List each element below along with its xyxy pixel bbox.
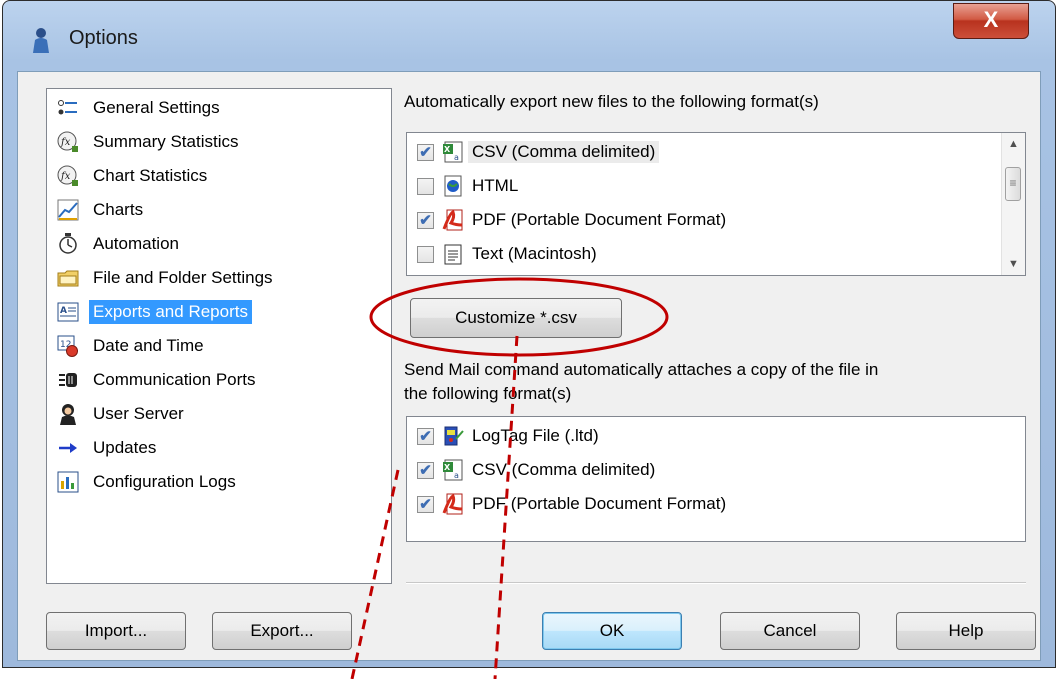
customize-csv-button[interactable]: Customize *.csv — [410, 298, 622, 338]
html-icon — [442, 175, 464, 197]
checkbox[interactable] — [417, 177, 434, 195]
nav-item-updates[interactable]: Updates — [57, 433, 160, 463]
list-item[interactable]: ✔ PDF (Portable Document Format) — [417, 205, 730, 235]
format-label: PDF (Portable Document Format) — [472, 210, 727, 229]
checkbox[interactable]: ✔ — [417, 495, 434, 513]
mail-heading-line1: Send Mail command automatically attaches… — [404, 360, 879, 379]
csv-icon: Xa — [442, 141, 464, 163]
separator — [406, 582, 1026, 584]
dialog-body: General Settings fx Summary Statistics f… — [17, 71, 1041, 661]
nav-label: Exports and Reports — [89, 300, 252, 324]
nav-item-charts[interactable]: Charts — [57, 195, 147, 225]
nav-label: Summary Statistics — [93, 132, 239, 151]
scroll-down-icon[interactable]: ▼ — [1002, 253, 1025, 275]
import-button[interactable]: Import... — [46, 612, 186, 650]
format-label: LogTag File (.ltd) — [472, 426, 599, 445]
report-icon: A — [57, 301, 79, 323]
list-item[interactable]: ✔ PDF (Portable Document Format) — [417, 489, 730, 519]
arrow-right-icon — [57, 437, 79, 459]
nav-item-automation[interactable]: Automation — [57, 229, 183, 259]
list-item[interactable]: ✔ Xa CSV (Comma delimited) — [417, 455, 659, 485]
nav-item-chart-statistics[interactable]: fx Chart Statistics — [57, 161, 211, 191]
list-item[interactable]: ✔ LogTag File (.ltd) — [417, 421, 603, 451]
calendar-clock-icon: 12 — [57, 335, 79, 357]
format-label: PDF (Portable Document Format) — [472, 494, 727, 513]
nav-item-user-server[interactable]: User Server — [57, 399, 188, 429]
nav-label: User Server — [93, 404, 184, 423]
nav-label: Configuration Logs — [93, 472, 236, 491]
text-icon — [442, 243, 464, 265]
help-button[interactable]: Help — [896, 612, 1036, 650]
svg-text:fx: fx — [60, 171, 71, 182]
list-item[interactable]: ✔ Xa CSV (Comma delimited) — [417, 137, 660, 167]
list-item[interactable]: HTML — [417, 171, 522, 201]
nav-item-exports-reports[interactable]: A Exports and Reports — [57, 297, 252, 327]
nav-item-date-time[interactable]: 12 Date and Time — [57, 331, 208, 361]
svg-text:a: a — [454, 153, 459, 162]
title-bar: Options X — [3, 1, 1055, 79]
nav-label: Updates — [93, 438, 157, 457]
settings-list-icon — [57, 97, 79, 119]
nav-label: Communication Ports — [93, 370, 256, 389]
scrollbar[interactable]: ▲ ≡ ▼ — [1001, 133, 1025, 275]
checkbox[interactable]: ✔ — [417, 461, 434, 479]
svg-text:a: a — [454, 471, 459, 480]
nav-label: Charts — [93, 200, 144, 219]
checkbox[interactable]: ✔ — [417, 211, 434, 229]
checkbox[interactable] — [417, 245, 434, 263]
nav-item-configuration-logs[interactable]: Configuration Logs — [57, 467, 240, 497]
format-label: CSV (Comma delimited) — [468, 141, 660, 163]
nav-item-general-settings[interactable]: General Settings — [57, 93, 224, 123]
config-log-icon — [57, 471, 79, 493]
logtag-icon — [442, 425, 464, 447]
folder-icon — [57, 267, 79, 289]
checkbox[interactable]: ✔ — [417, 427, 434, 445]
nav-item-file-folder-settings[interactable]: File and Folder Settings — [57, 263, 277, 293]
nav-item-summary-statistics[interactable]: fx Summary Statistics — [57, 127, 242, 157]
checkbox[interactable]: ✔ — [417, 143, 434, 161]
list-item[interactable]: Text (Macintosh) — [417, 239, 601, 269]
nav-label: Automation — [93, 234, 179, 253]
export-format-list[interactable]: ✔ Xa CSV (Comma delimited) HTML ✔ PDF (P… — [406, 132, 1026, 276]
nav-label: General Settings — [93, 98, 220, 117]
nav-item-communication-ports[interactable]: Communication Ports — [57, 365, 260, 395]
ok-button[interactable]: OK — [542, 612, 682, 650]
chart-icon — [57, 199, 79, 221]
csv-icon: Xa — [442, 459, 464, 481]
svg-text:fx: fx — [60, 137, 71, 148]
mail-format-list[interactable]: ✔ LogTag File (.ltd) ✔ Xa CSV (Comma del… — [406, 416, 1026, 542]
pdf-icon — [442, 493, 464, 515]
format-label: CSV (Comma delimited) — [472, 460, 656, 479]
category-list: General Settings fx Summary Statistics f… — [46, 88, 392, 584]
pdf-icon — [442, 209, 464, 231]
scroll-up-icon[interactable]: ▲ — [1002, 133, 1025, 155]
port-icon — [57, 369, 79, 391]
nav-label: Date and Time — [93, 336, 204, 355]
export-button[interactable]: Export... — [212, 612, 352, 650]
window-title: Options — [69, 27, 138, 49]
nav-label: File and Folder Settings — [93, 268, 273, 287]
options-window: Options X General Settings fx Summary St… — [2, 0, 1056, 668]
cancel-button[interactable]: Cancel — [720, 612, 860, 650]
export-heading: Automatically export new files to the fo… — [404, 92, 819, 111]
close-button[interactable]: X — [953, 3, 1029, 39]
format-label: Text (Macintosh) — [472, 244, 597, 263]
app-icon — [33, 28, 49, 53]
svg-text:X: X — [444, 145, 451, 154]
mail-heading-line2: the following format(s) — [404, 384, 572, 403]
stopwatch-icon — [57, 233, 79, 255]
format-label: HTML — [472, 176, 519, 195]
close-icon: X — [983, 7, 999, 32]
statistics-icon: fx — [57, 131, 79, 153]
nav-label: Chart Statistics — [93, 166, 208, 185]
user-server-icon — [57, 403, 79, 425]
statistics-icon: fx — [57, 165, 79, 187]
scroll-thumb[interactable]: ≡ — [1005, 167, 1021, 201]
svg-text:A: A — [60, 306, 67, 316]
svg-text:X: X — [444, 463, 451, 472]
